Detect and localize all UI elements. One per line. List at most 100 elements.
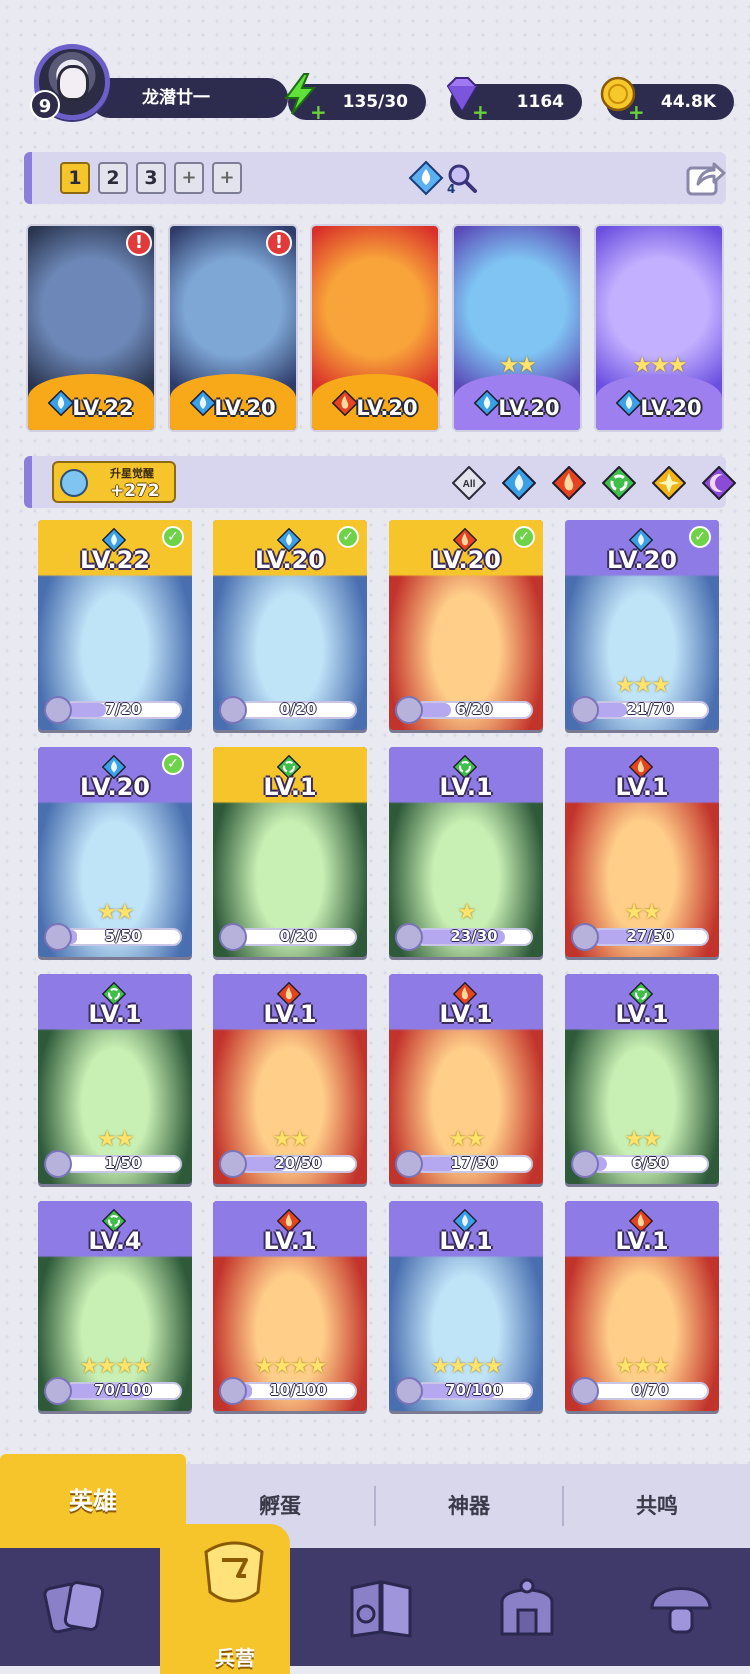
team-tab-add[interactable]: + [174,162,204,194]
key-icon [60,469,88,497]
nav-cards[interactable] [20,1558,130,1658]
hero-card[interactable]: LV.1 ★ 23/30 [389,747,543,957]
water-power-icon [408,160,444,196]
star-awaken-button[interactable]: 升星觉醒 +272 [52,461,176,503]
progress-text: 6/20 [455,700,493,718]
progress-text: 0/20 [279,927,317,945]
filter-dark-icon[interactable] [702,466,736,500]
hero-level: LV.20 [255,546,325,574]
hero-level: LV.20 [214,396,276,420]
alert-icon: ! [266,230,292,256]
hero-card[interactable]: LV.20 ✓ 6/20 [389,520,543,730]
hero-card[interactable]: LV.1 ★★★★ 70/100 [389,1201,543,1411]
progress-text: 6/50 [631,1154,669,1172]
bottom-nav: 兵营 [0,1524,750,1674]
filter-water-icon[interactable] [502,466,536,500]
team-bar: 1 2 3 + + 4 [24,152,726,204]
map-book-icon [350,1580,412,1638]
awaken-label: 升星觉醒 [110,467,154,480]
star-rating: ★★ [448,1127,485,1152]
mushroom-icon [650,1587,712,1634]
shard-progress: 20/50 [219,1150,361,1178]
hero-card[interactable]: LV.20 ✓ 0/20 [213,520,367,730]
hero-card[interactable]: LV.4 ★★★★ 70/100 [38,1201,192,1411]
hero-level: LV.1 [439,1000,493,1028]
hero-level: LV.20 [356,396,418,420]
hero-level: LV.1 [88,1000,142,1028]
team-slot[interactable]: LV.20 [310,224,440,432]
star-rating: ★★★ [632,353,687,378]
hero-level: LV.1 [615,1000,669,1028]
team-tab-3[interactable]: 3 [136,162,166,194]
in-team-check-icon: ✓ [689,526,711,548]
shard-progress: 0/20 [219,696,361,724]
filter-light-icon[interactable] [652,466,686,500]
shrine-icon [500,1578,554,1636]
nav-shrine[interactable] [472,1558,582,1658]
progress-text: 0/70 [631,1381,669,1399]
search-icon[interactable] [444,160,480,196]
hero-card[interactable]: LV.1 ★★★ 0/70 [565,1201,719,1411]
progress-text: 10/100 [269,1381,327,1399]
hero-card[interactable]: LV.22 ✓ 7/20 [38,520,192,730]
tab-heroes[interactable]: 英雄 [0,1454,186,1548]
star-rating: ★★★ [615,1354,670,1379]
hero-card[interactable]: LV.20 ✓ ★★ 5/50 [38,747,192,957]
filter-wind-icon[interactable] [602,466,636,500]
star-rating: ★★★★ [430,1354,504,1379]
shard-progress: 5/50 [44,923,186,951]
shard-progress: 7/20 [44,696,186,724]
energy-counter[interactable]: + 135/30 [284,73,426,124]
tab-resonance[interactable]: 共鸣 [564,1464,750,1548]
star-rating: ★★ [272,1127,309,1152]
star-rating: ★★ [624,900,661,925]
team-slot[interactable]: LV.20! [168,224,298,432]
gem-value: 1164 [516,92,564,112]
team-slot[interactable]: LV.22! [26,224,156,432]
star-rating: ★★★ [615,673,670,698]
hero-level: LV.1 [263,1227,317,1255]
team-slot[interactable]: ★★ LV.20 [452,224,582,432]
star-rating: ★★ [624,1127,661,1152]
progress-text: 7/20 [104,700,142,718]
tab-artifacts[interactable]: 神器 [376,1464,562,1548]
progress-text: 20/50 [274,1154,322,1172]
team-slot[interactable]: ★★★ LV.20 [594,224,724,432]
nav-mushroom[interactable] [626,1558,736,1658]
filter-all-icon[interactable]: All [452,466,486,500]
filter-fire-icon[interactable] [552,466,586,500]
hero-level: LV.20 [498,396,560,420]
nav-map[interactable] [326,1558,436,1658]
star-rating: ★★ [499,353,536,378]
team-tab-1[interactable]: 1 [60,162,90,194]
hero-card[interactable]: LV.1 ★★★★ 10/100 [213,1201,367,1411]
progress-text: 21/70 [626,700,674,718]
filter-all-label: All [463,479,476,490]
hero-card[interactable]: LV.1 ★★ 6/50 [565,974,719,1184]
team-tab-2[interactable]: 2 [98,162,128,194]
hero-level: LV.4 [88,1227,142,1255]
hero-card[interactable]: LV.1 ★★ 17/50 [389,974,543,1184]
progress-text: 17/50 [450,1154,498,1172]
player-profile[interactable]: 龙潜廿一 9 [26,38,288,122]
progress-text: 23/30 [450,927,498,945]
plus-icon: + [310,100,327,124]
team-tab-add[interactable]: + [212,162,242,194]
progress-text: 70/100 [94,1381,152,1399]
in-team-check-icon: ✓ [337,526,359,548]
hero-card[interactable]: LV.20 ✓ ★★★ 21/70 [565,520,719,730]
awaken-value: +272 [110,481,160,501]
nav-barracks[interactable]: 兵营 [160,1524,290,1674]
shard-progress: 6/50 [571,1150,713,1178]
gem-counter[interactable]: + 1164 [446,77,582,122]
hero-card[interactable]: LV.1 ★★ 1/50 [38,974,192,1184]
shard-progress: 10/100 [219,1377,361,1405]
share-icon[interactable] [684,156,726,198]
cards-icon [43,1581,105,1634]
hero-card[interactable]: LV.1 0/20 [213,747,367,957]
hero-level: LV.1 [263,1000,317,1028]
hero-card[interactable]: LV.1 ★★ 27/50 [565,747,719,957]
alert-icon: ! [126,230,152,256]
hero-card[interactable]: LV.1 ★★ 20/50 [213,974,367,1184]
gold-counter[interactable]: + 44.8K [600,76,734,122]
